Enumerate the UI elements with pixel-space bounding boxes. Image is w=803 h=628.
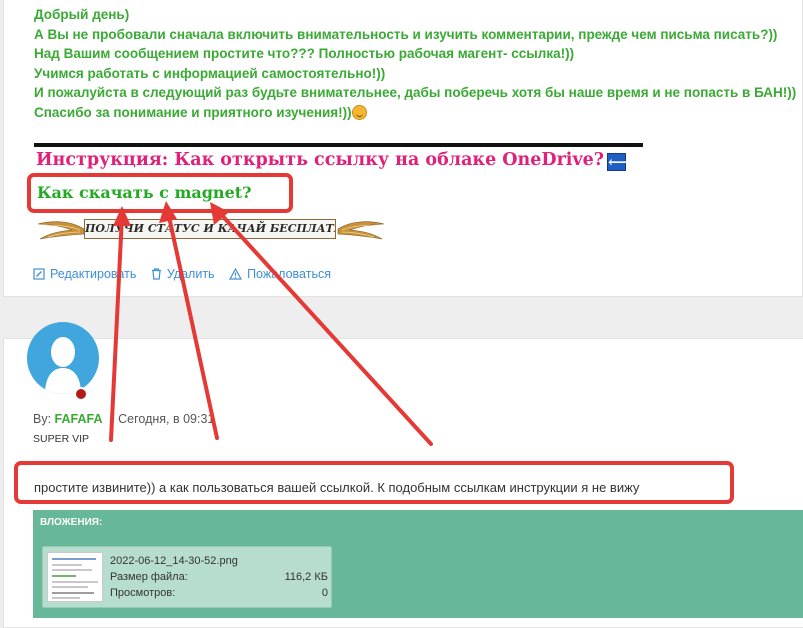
attachment-item[interactable]: 2022-06-12_14-30-52.png Размер файла: 11… xyxy=(42,546,332,608)
status-banner[interactable]: ПОЛУЧИ СТАТУС И КАЧАЙ БЕСПЛАТНО! xyxy=(36,212,386,246)
edit-icon xyxy=(33,268,45,280)
onedrive-link-text: Инструкция: Как открыть ссылку на облаке… xyxy=(36,150,604,170)
back-arrow-icon: ⟵ xyxy=(607,153,630,171)
reply-line-text: Спасибо за понимание и приятного изучени… xyxy=(34,104,352,120)
offline-status-dot xyxy=(74,387,88,401)
size-label: Размер файла: xyxy=(110,571,188,583)
edit-label: Редактировать xyxy=(50,267,137,281)
attachments-title: ВЛОЖЕНИЯ: xyxy=(40,517,103,528)
avatar[interactable] xyxy=(27,322,99,394)
post-time[interactable]: Сегодня, в 09:31 xyxy=(118,412,214,426)
attachment-views-row: Просмотров: 0 xyxy=(110,587,328,599)
reply-line: И пожалуйста в следующий раз будьте вним… xyxy=(34,85,797,100)
attachment-thumbnail[interactable] xyxy=(47,552,103,602)
reply-line: Добрый день) xyxy=(34,7,130,22)
post-byline: By: FAFAFA - Сегодня, в 09:31 xyxy=(33,412,214,426)
reply-line: Над Вашим сообщением простите что??? Пол… xyxy=(34,46,575,61)
attachment-filename[interactable]: 2022-06-12_14-30-52.png xyxy=(110,555,238,567)
post-message: простите извините)) а как пользоваться в… xyxy=(34,480,640,495)
attachments-panel: ВЛОЖЕНИЯ: 2022-06-12_14-30-52.png Размер… xyxy=(33,510,803,618)
default-user-icon xyxy=(45,337,81,394)
reply-line: Учимся работать с информацией самостояте… xyxy=(34,65,386,81)
post-actions: Редактировать Удалить Пожаловаться xyxy=(33,267,342,283)
status-banner-text: ПОЛУЧИ СТАТУС И КАЧАЙ БЕСПЛАТНО! xyxy=(84,219,336,239)
smiley-icon xyxy=(351,104,367,120)
report-label: Пожаловаться xyxy=(247,267,331,281)
delete-button[interactable]: Удалить xyxy=(151,267,215,281)
size-value: 116,2 КБ xyxy=(284,571,328,583)
trash-icon xyxy=(151,268,161,280)
warning-icon xyxy=(229,268,243,280)
author-link[interactable]: FAFAFA xyxy=(55,412,103,426)
magnet-instruction-link[interactable]: Как скачать с magnet? xyxy=(37,183,252,202)
onedrive-instruction-link[interactable]: Инструкция: Как открыть ссылку на облаке… xyxy=(36,150,630,171)
attachment-size-row: Размер файла: 116,2 КБ xyxy=(110,571,328,583)
user-title: SUPER VIP xyxy=(33,433,90,445)
delete-label: Удалить xyxy=(166,267,215,281)
reply-line: А Вы не пробовали сначала включить внима… xyxy=(34,26,778,42)
signature-divider xyxy=(34,143,643,147)
edit-button[interactable]: Редактировать xyxy=(33,267,136,281)
by-label: By: xyxy=(33,412,52,426)
report-button[interactable]: Пожаловаться xyxy=(229,267,331,281)
views-label: Просмотров: xyxy=(110,587,176,599)
views-value: 0 xyxy=(321,587,328,599)
moderator-reply: Добрый день) А Вы не пробовали сначала в… xyxy=(34,5,797,123)
byline-separator: - xyxy=(109,412,115,426)
reply-line-last: Спасибо за понимание и приятного изучени… xyxy=(34,103,794,123)
